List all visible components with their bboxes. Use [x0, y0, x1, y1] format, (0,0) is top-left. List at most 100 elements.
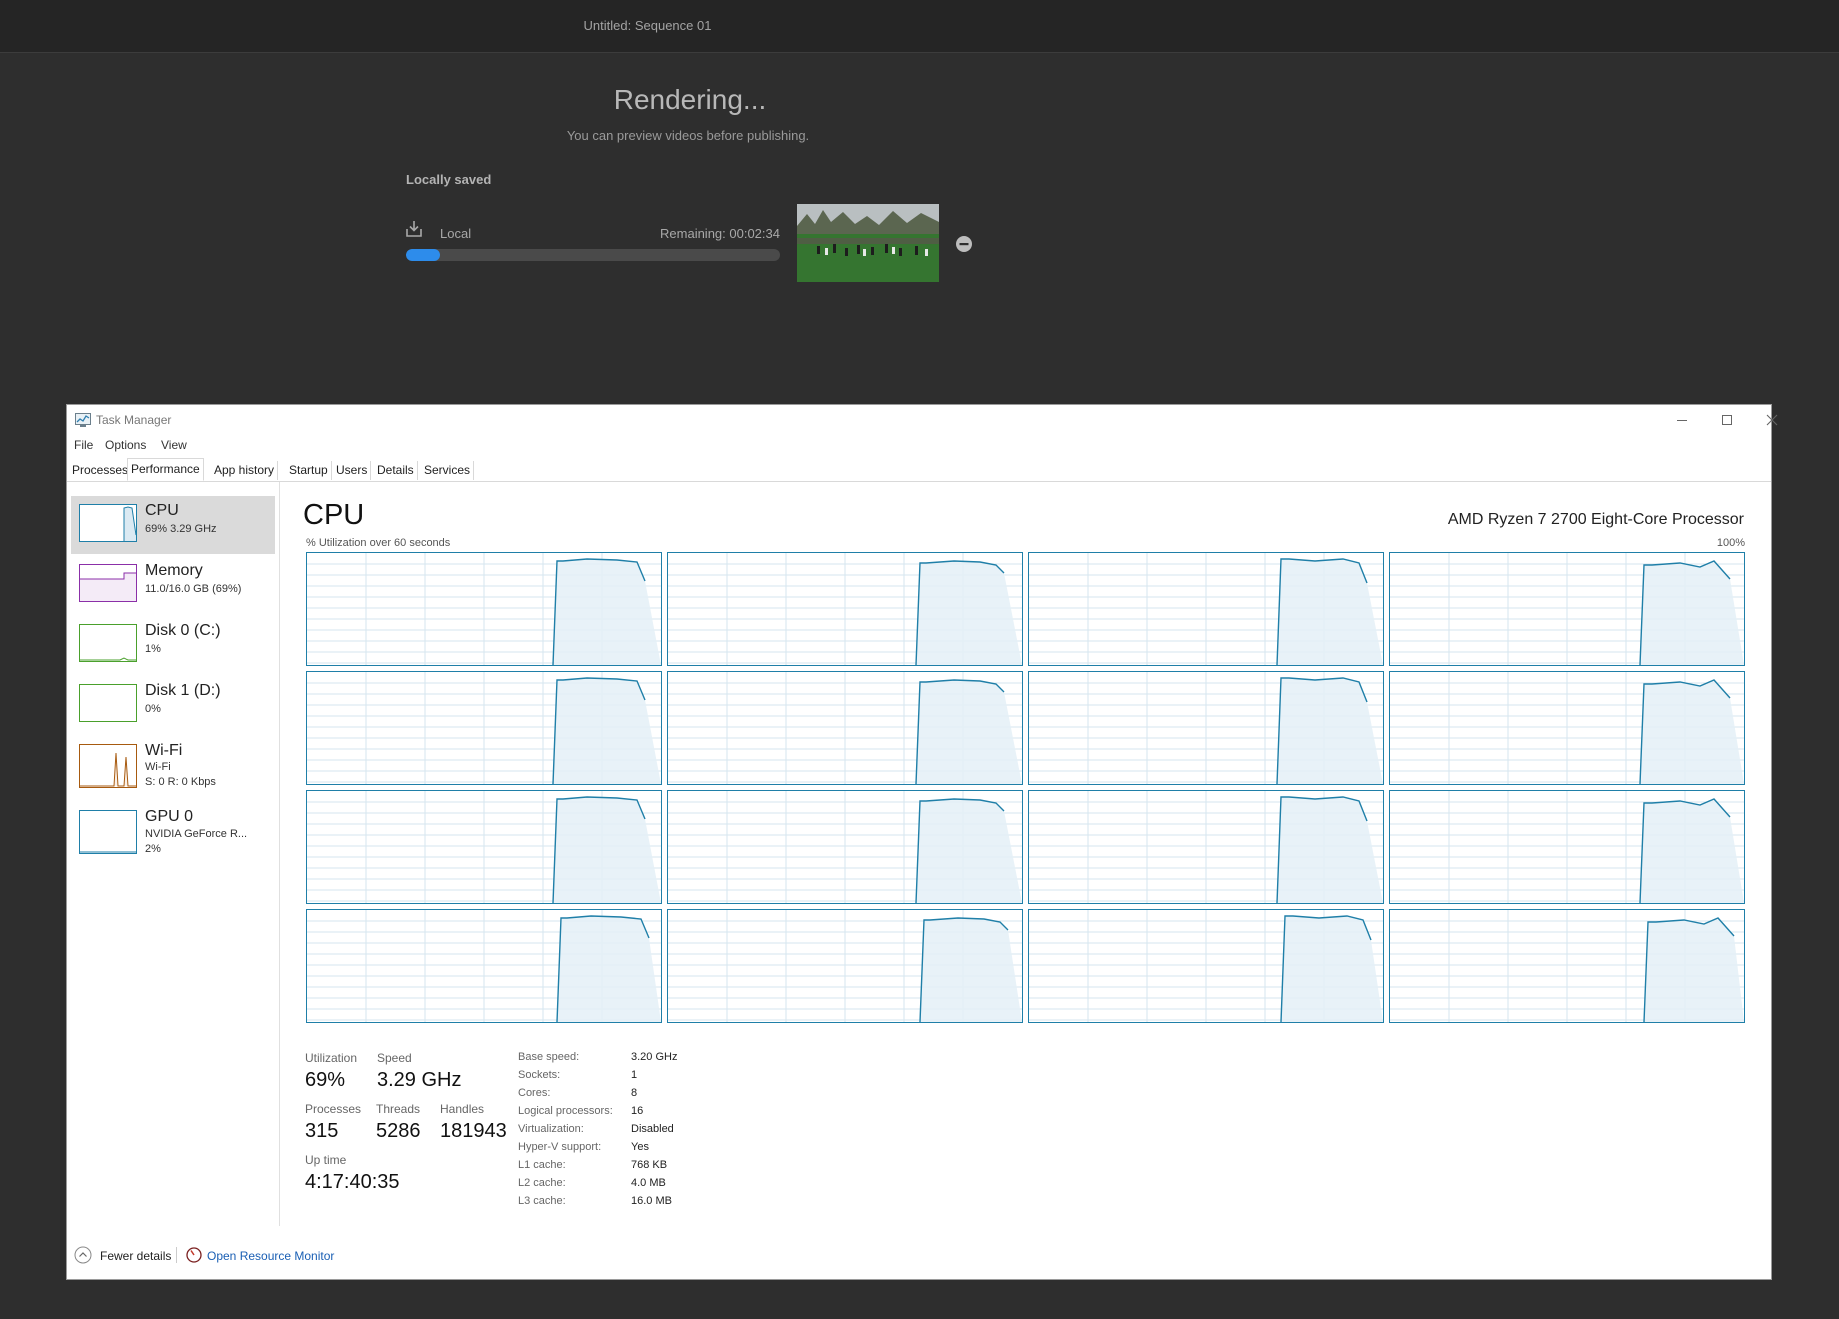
- download-icon: [404, 219, 424, 239]
- sequence-title: Untitled: Sequence 01: [583, 18, 712, 33]
- processes-label: Processes: [305, 1102, 362, 1116]
- spec-logical-processors-value: 16: [631, 1105, 644, 1117]
- gpu-mini-graph: [79, 810, 137, 854]
- wifi-mini-graph: [79, 744, 137, 788]
- spec-sockets-value: 1: [631, 1069, 638, 1081]
- tab-performance[interactable]: Performance: [127, 458, 204, 481]
- utilization-axis-max: 100%: [1716, 537, 1745, 549]
- sidebar-item-cpu[interactable]: CPU 69% 3.29 GHz: [71, 496, 275, 554]
- processor-name: AMD Ryzen 7 2700 Eight-Core Processor: [1447, 511, 1744, 528]
- sidebar-cpu-name: CPU: [145, 502, 179, 519]
- fewer-details-link[interactable]: Fewer details: [100, 1249, 171, 1263]
- spec-base-speed-value: 3.20 GHz: [631, 1051, 678, 1063]
- sidebar-disk0-name: Disk 0 (C:): [145, 622, 221, 639]
- footer-divider: [176, 1247, 177, 1263]
- video-preview-thumbnail[interactable]: [797, 204, 939, 282]
- spec-hyperv-value: Yes: [631, 1141, 649, 1153]
- locally-saved-label: Locally saved: [406, 172, 492, 187]
- disk1-mini-graph: [79, 684, 137, 722]
- sidebar-wifi-name: Wi-Fi: [145, 742, 183, 759]
- tab-services[interactable]: Services: [421, 461, 475, 480]
- spec-sockets-label: Sockets:: [518, 1069, 561, 1081]
- sidebar-wifi-detail: Wi-Fi: [145, 761, 171, 773]
- task-manager-icon: [75, 413, 91, 427]
- logical-processor-graph: [1389, 671, 1745, 785]
- spec-virtualization-value: Disabled: [631, 1123, 674, 1135]
- sidebar-disk0-detail: 1%: [145, 643, 161, 655]
- spec-l1-cache-value: 768 KB: [631, 1159, 668, 1171]
- rendering-subheading: You can preview videos before publishing…: [566, 128, 810, 143]
- sidebar-memory-name: Memory: [145, 562, 203, 579]
- spec-base-speed-label: Base speed:: [518, 1051, 580, 1063]
- threads-value: 5286: [376, 1120, 421, 1142]
- logical-processor-graph: [667, 552, 1023, 666]
- tab-processes[interactable]: Processes: [69, 461, 133, 480]
- threads-label: Threads: [376, 1102, 421, 1116]
- logical-processor-graph: [306, 552, 662, 666]
- spec-cores-label: Cores:: [518, 1087, 551, 1099]
- utilization-value: 69%: [305, 1069, 346, 1091]
- speed-value: 3.29 GHz: [377, 1069, 462, 1091]
- close-icon[interactable]: [1749, 405, 1794, 435]
- disk0-mini-graph: [79, 624, 137, 662]
- render-progress-fill: [406, 249, 440, 261]
- logical-processor-graph: [306, 671, 662, 785]
- spec-virtualization-label: Virtualization:: [518, 1123, 584, 1135]
- logical-processor-graph: [1028, 790, 1384, 904]
- sidebar-disk1-detail: 0%: [145, 703, 161, 715]
- menu-view[interactable]: View: [161, 438, 187, 452]
- menu-options[interactable]: Options: [105, 438, 146, 452]
- logical-processor-graph: [306, 909, 662, 1023]
- spec-l3-cache-value: 16.0 MB: [631, 1195, 672, 1207]
- logical-processor-graph: [667, 909, 1023, 1023]
- sidebar-item-memory[interactable]: Memory 11.0/16.0 GB (69%): [71, 556, 275, 614]
- uptime-label: Up time: [305, 1153, 347, 1167]
- logical-processor-graph: [306, 790, 662, 904]
- open-resource-monitor-link[interactable]: Open Resource Monitor: [207, 1249, 334, 1263]
- sidebar-wifi-rate: S: 0 R: 0 Kbps: [145, 776, 216, 788]
- window-title: Task Manager: [96, 413, 172, 427]
- destination-label: Local: [440, 226, 472, 241]
- cpu-mini-graph: [79, 504, 137, 542]
- menu-file[interactable]: File: [74, 438, 93, 452]
- logical-processor-graph: [1028, 552, 1384, 666]
- spec-l2-cache-label: L2 cache:: [518, 1177, 566, 1189]
- logical-processor-graph: [667, 671, 1023, 785]
- logical-processor-graph: [1389, 909, 1745, 1023]
- chevron-up-circle-icon[interactable]: [74, 1246, 92, 1264]
- handles-value: 181943: [440, 1120, 507, 1142]
- spec-l3-cache-label: L3 cache:: [518, 1195, 566, 1207]
- tab-startup[interactable]: Startup: [286, 461, 332, 480]
- spec-l2-cache-value: 4.0 MB: [631, 1177, 666, 1189]
- logical-processor-graph: [1389, 552, 1745, 666]
- logical-processor-graph: [1389, 790, 1745, 904]
- sidebar-gpu-usage: 2%: [145, 843, 161, 855]
- task-manager-title-bar[interactable]: Task Manager: [67, 405, 1777, 435]
- resource-monitor-icon: [186, 1247, 202, 1263]
- sidebar-item-disk-0[interactable]: Disk 0 (C:) 1%: [71, 616, 275, 674]
- logical-processor-graph: [1028, 909, 1384, 1023]
- spec-logical-processors-label: Logical processors:: [518, 1105, 613, 1117]
- maximize-icon[interactable]: [1704, 405, 1749, 435]
- sidebar-cpu-detail: 69% 3.29 GHz: [145, 523, 217, 535]
- page-title: CPU: [303, 499, 365, 531]
- remaining-time: Remaining: 00:02:34: [660, 226, 780, 241]
- sidebar-item-wifi[interactable]: Wi-Fi Wi-Fi S: 0 R: 0 Kbps: [71, 736, 275, 798]
- task-manager-window: Task Manager File Options View Processes…: [66, 404, 1777, 1280]
- tab-app-history[interactable]: App history: [211, 461, 279, 480]
- remove-icon[interactable]: [955, 235, 973, 253]
- resource-sidebar: CPU 69% 3.29 GHz Memory 11.0/16.0 GB (69…: [67, 482, 280, 1226]
- rendering-heading: Rendering...: [613, 84, 767, 115]
- sidebar-item-gpu-0[interactable]: GPU 0 NVIDIA GeForce R... 2%: [71, 802, 275, 864]
- minimize-icon[interactable]: [1659, 405, 1704, 435]
- processes-value: 315: [305, 1120, 339, 1142]
- logical-processor-graphs[interactable]: [306, 552, 1747, 1032]
- logical-processor-graph: [1028, 671, 1384, 785]
- render-progress-bar: [406, 249, 780, 261]
- utilization-axis-label: % Utilization over 60 seconds: [306, 537, 451, 549]
- tab-details[interactable]: Details: [374, 461, 418, 480]
- sidebar-disk1-name: Disk 1 (D:): [145, 682, 221, 699]
- sidebar-item-disk-1[interactable]: Disk 1 (D:) 0%: [71, 676, 275, 734]
- tab-users[interactable]: Users: [333, 461, 372, 480]
- sidebar-memory-detail: 11.0/16.0 GB (69%): [145, 583, 242, 595]
